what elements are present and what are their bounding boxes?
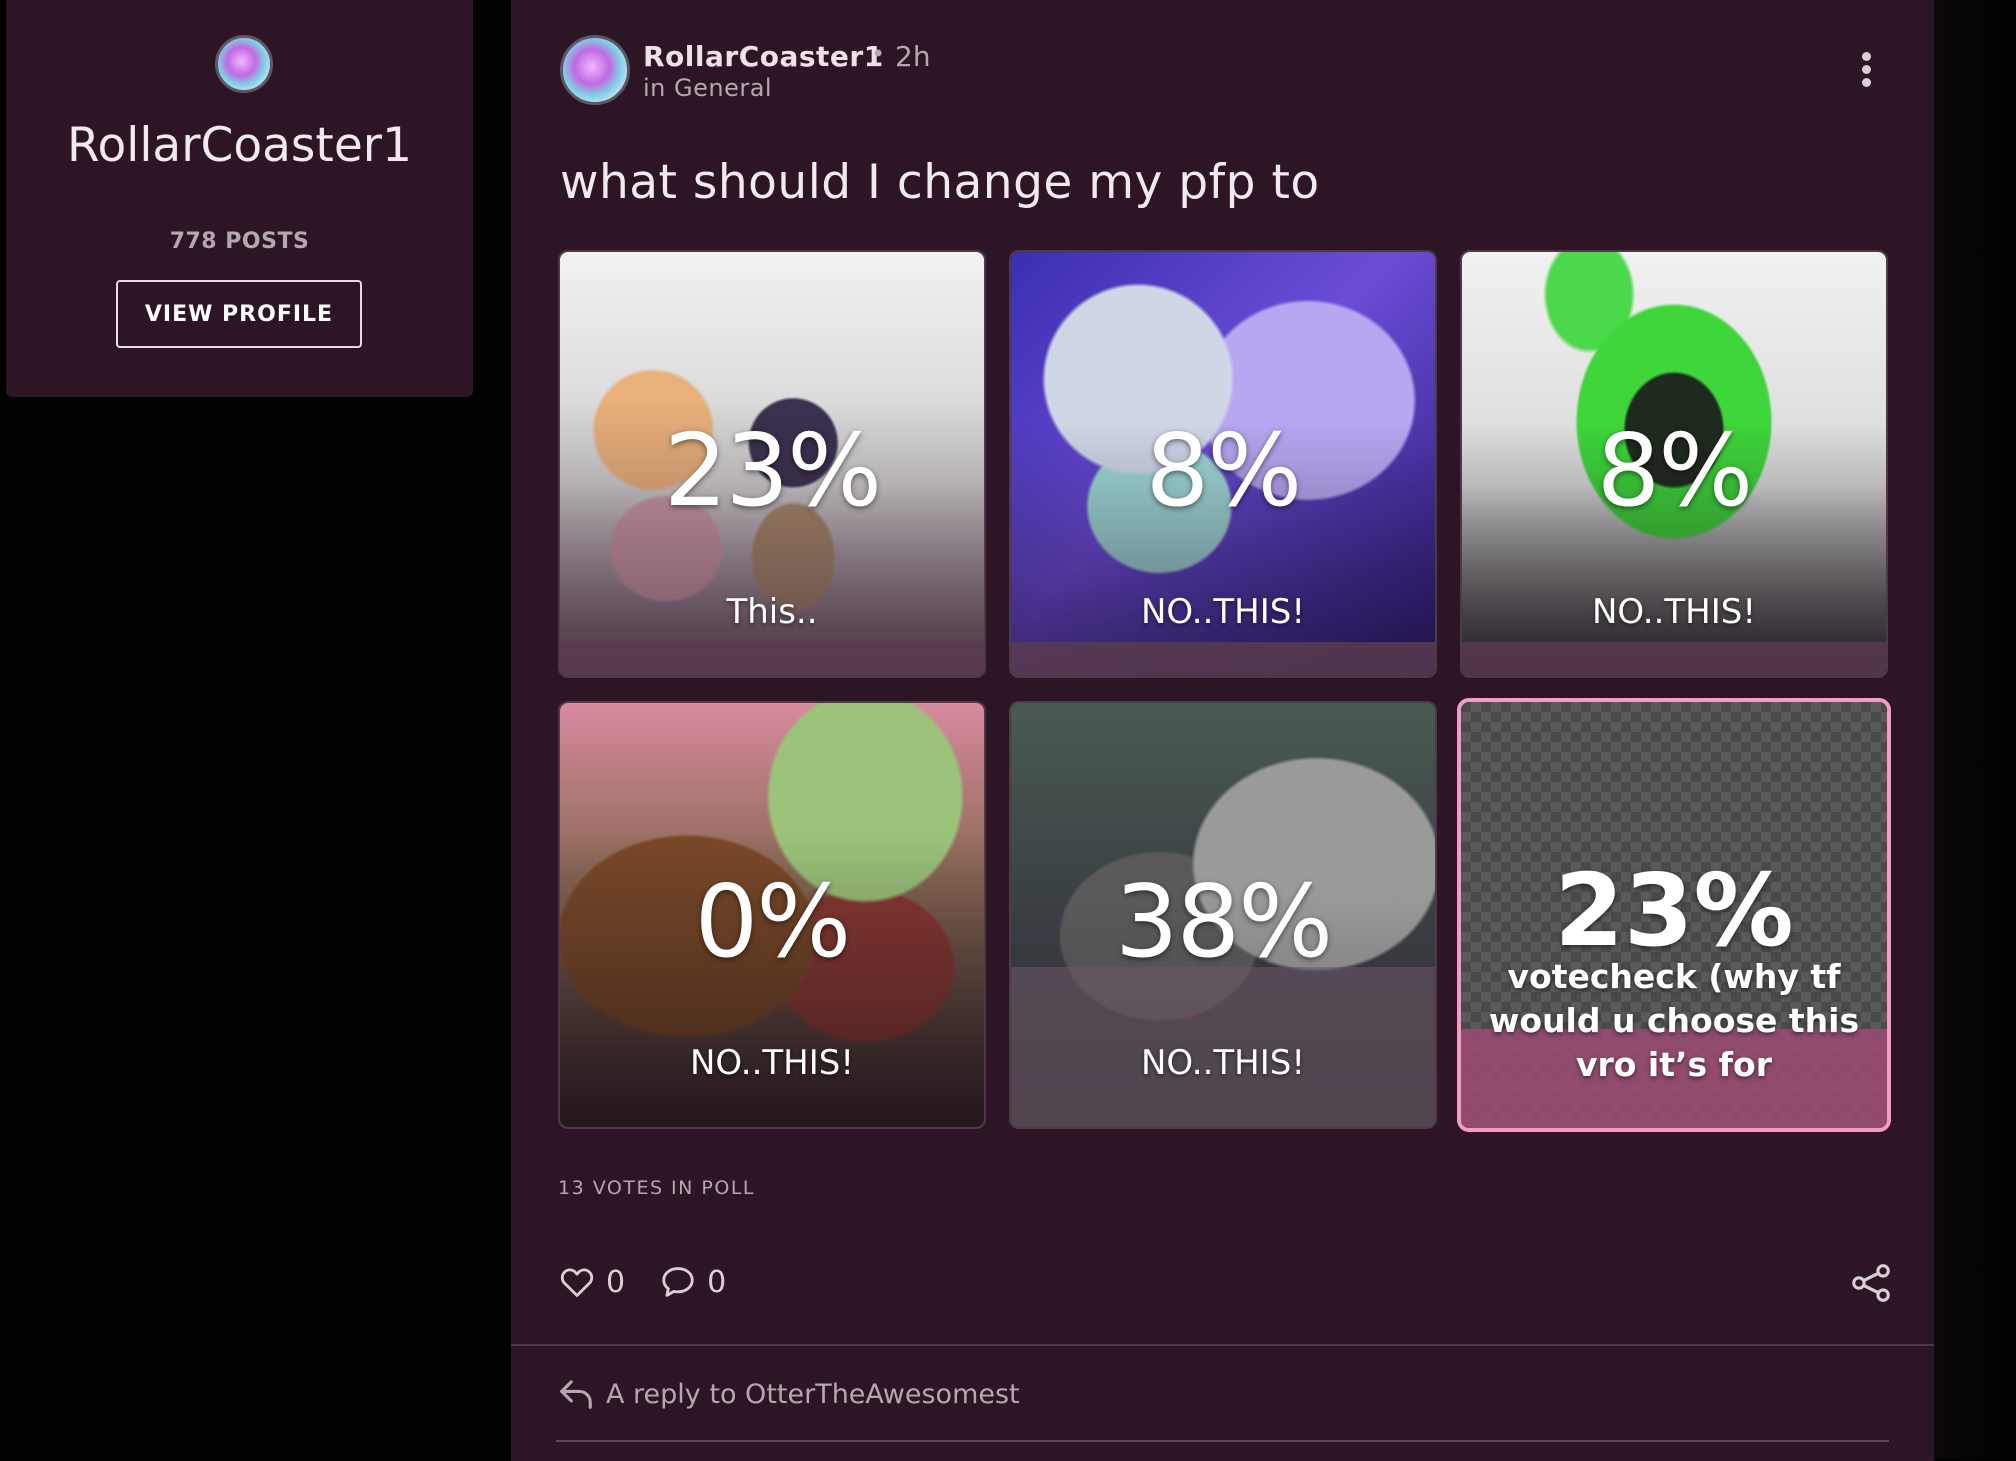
poll-option-6-selected[interactable]: 23% votecheck (why tf would u choose thi… — [1457, 698, 1891, 1132]
like-count: 0 — [606, 1264, 626, 1300]
poll-option-1[interactable]: 23% This.. — [558, 250, 986, 678]
poll-option-percent: 23% — [663, 412, 882, 529]
author-avatar[interactable] — [560, 35, 630, 105]
comment-icon — [662, 1267, 694, 1297]
post-community[interactable]: in General — [643, 74, 772, 102]
poll-result-bar — [560, 642, 984, 676]
heart-icon — [560, 1268, 594, 1297]
poll-result-bar — [1011, 642, 1435, 676]
post-actions: 0 0 — [558, 1262, 760, 1302]
post-title: what should I change my pfp to — [560, 155, 1320, 210]
reply-context-bar[interactable]: A reply to OtterTheAwesomest — [511, 1344, 1934, 1461]
post-author[interactable]: RollarCoaster1 — [643, 40, 884, 73]
view-profile-button[interactable]: VIEW PROFILE — [116, 280, 362, 348]
poll-option-3[interactable]: 8% NO..THIS! — [1460, 250, 1888, 678]
comment-button[interactable]: 0 — [659, 1263, 726, 1301]
poll-option-percent: 0% — [694, 863, 852, 980]
like-button[interactable]: 0 — [558, 1263, 625, 1301]
profile-card: RollarCoaster1 778 POSTS VIEW PROFILE — [6, 0, 473, 397]
more-options-icon[interactable] — [1854, 52, 1878, 92]
poll-option-label: This.. — [726, 592, 818, 632]
poll-option-label: NO..THIS! — [689, 1043, 854, 1083]
poll-option-2[interactable]: 8% NO..THIS! — [1009, 250, 1437, 678]
reply-context-text[interactable]: A reply to OtterTheAwesomest — [606, 1379, 1020, 1410]
poll-option-percent: 8% — [1145, 412, 1303, 529]
share-icon[interactable] — [1850, 1264, 1892, 1302]
poll-option-4[interactable]: 0% NO..THIS! — [558, 701, 986, 1129]
poll-vote-count: 13 VOTES IN POLL — [558, 1177, 755, 1199]
profile-avatar[interactable] — [215, 35, 273, 93]
meta-separator: • — [871, 40, 886, 68]
page-background — [1934, 0, 2016, 1459]
profile-post-count: 778 POSTS — [169, 229, 310, 254]
poll-option-percent: 8% — [1596, 412, 1754, 529]
poll-option-label: NO..THIS! — [1140, 1043, 1305, 1083]
poll-option-percent: 23% — [1554, 852, 1794, 969]
poll-result-bar — [1462, 642, 1886, 676]
poll-option-label: votecheck (why tf would u choose this vr… — [1488, 957, 1860, 1084]
post-card: RollarCoaster1 • 2h in General what shou… — [511, 0, 1934, 1344]
poll-option-label: NO..THIS! — [1591, 592, 1756, 632]
poll-option-5[interactable]: 38% NO..THIS! — [1009, 701, 1437, 1129]
poll-option-percent: 38% — [1114, 863, 1333, 980]
comment-count: 0 — [707, 1264, 727, 1300]
poll-option-label: NO..THIS! — [1140, 592, 1305, 632]
post-time: 2h — [895, 40, 931, 73]
profile-username: RollarCoaster1 — [67, 118, 412, 173]
divider — [556, 1440, 1889, 1442]
reply-icon — [560, 1380, 592, 1409]
